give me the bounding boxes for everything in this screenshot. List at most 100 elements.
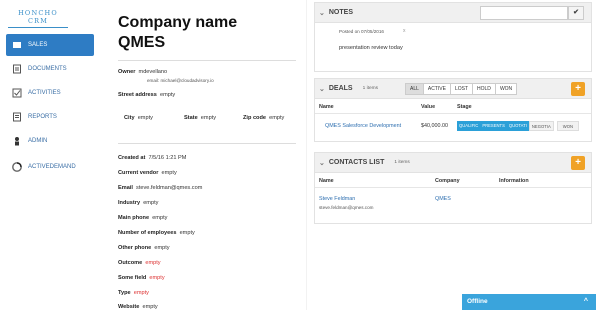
street-value: empty <box>159 92 176 98</box>
company-label: Company name <box>118 14 238 31</box>
owner-field: Owner mdevellano <box>118 69 167 75</box>
add-contact-button[interactable]: + <box>571 156 585 170</box>
sidebar-item-documents[interactable]: DOCUMENTS <box>6 58 94 80</box>
vendor-value: empty <box>161 170 177 176</box>
outcome-label: Outcome <box>118 260 143 266</box>
state-value: empty <box>200 115 217 121</box>
stage-presents[interactable]: PRESENTS <box>480 121 507 131</box>
admin-icon <box>12 136 22 146</box>
contacts-col-company: Company <box>435 178 460 184</box>
divider <box>118 143 296 144</box>
filter-all[interactable]: ALL <box>405 83 424 95</box>
add-deal-button[interactable]: + <box>571 82 585 96</box>
contact-company-link[interactable]: QMES <box>435 196 451 202</box>
deal-stage-bar: QUALIFIC PRESENTS QUOTATI NEGOTIA WON <box>457 121 579 131</box>
sidebar-item-label: REPORTS <box>28 114 57 120</box>
vendor-label: Current vendor <box>118 170 159 176</box>
created-field: Created at 7/5/16 1:21 PM <box>118 155 186 161</box>
phone-field: Main phone empty <box>118 215 167 221</box>
activedemand-icon <box>12 162 22 172</box>
some-field-field: Some field empty <box>118 275 165 281</box>
contacts-count: 1 items <box>394 160 410 165</box>
sidebar-item-reports[interactable]: REPORTS <box>6 106 94 128</box>
created-value: 7/5/16 1:21 PM <box>148 155 187 161</box>
industry-field: Industry empty <box>118 200 158 206</box>
filter-active[interactable]: ACTIVE <box>422 83 451 95</box>
sidebar-item-label: SALES <box>28 42 48 48</box>
note-text: presentation review today <box>339 45 403 51</box>
website-value: empty <box>142 304 158 310</box>
phone-value: empty <box>152 215 168 221</box>
offline-chat-bar[interactable]: Offline ^ <box>462 294 596 310</box>
logo-text: HONCHO CRM <box>18 9 58 25</box>
notes-title: NOTES <box>328 9 353 16</box>
stage-quotati[interactable]: QUOTATI <box>506 121 529 131</box>
logo[interactable]: HONCHO CRM <box>8 9 68 28</box>
type-label: Type <box>118 290 131 296</box>
website-field: Website empty <box>118 304 158 310</box>
notes-panel: ⌄ NOTES ✔ Posted on 07/05/2016 x present… <box>314 2 592 72</box>
zip-value: empty <box>269 115 285 121</box>
employees-label: Number of employees <box>118 230 177 236</box>
owner-label: Owner <box>118 69 136 75</box>
sidebar-item-label: ACTIVITIES <box>28 90 61 96</box>
some-field-label: Some field <box>118 275 147 281</box>
stage-qualific[interactable]: QUALIFIC <box>457 121 481 131</box>
employees-field: Number of employees empty <box>118 230 195 236</box>
deals-col-stage: Stage <box>457 104 472 110</box>
email-label: Email <box>118 185 133 191</box>
outcome-value: empty <box>145 260 161 266</box>
sidebar-item-admin[interactable]: ADMIN <box>6 130 94 152</box>
deal-value: $40,000.00 <box>421 123 448 129</box>
contacts-col-name: Name <box>319 178 334 184</box>
sidebar: HONCHO CRM SALES DOCUMENTS ACTIVITIES RE… <box>0 0 100 310</box>
contacts-header[interactable]: ⌄ CONTACTS LIST 1 items + <box>315 153 591 173</box>
activities-icon <box>12 88 22 98</box>
deals-title: DEALS <box>328 85 353 92</box>
city-field: City empty <box>124 115 153 121</box>
stage-won[interactable]: WON <box>556 121 579 131</box>
contact-name-link[interactable]: Steve Feldman <box>319 196 355 202</box>
industry-value: empty <box>143 200 159 206</box>
note-posted: Posted on 07/05/2016 <box>339 29 384 34</box>
deal-name-link[interactable]: QMES Salesforce Development <box>325 123 401 129</box>
street-label: Street address <box>118 92 157 98</box>
chevron-down-icon[interactable]: ⌄ <box>319 85 325 93</box>
filter-won[interactable]: WON <box>494 83 518 95</box>
sidebar-item-label: DOCUMENTS <box>28 66 67 72</box>
state-field: State empty <box>184 115 216 121</box>
zip-label: Zip code <box>243 115 266 121</box>
deals-col-value: Value <box>421 104 436 110</box>
documents-icon <box>12 64 22 74</box>
other-phone-value: empty <box>154 245 170 251</box>
sidebar-item-activedemand[interactable]: ACTIVEDEMAND <box>6 156 94 178</box>
deals-filter: ALL ACTIVE LOST HOLD WON <box>405 83 518 95</box>
stage-negotia[interactable]: NEGOTIA <box>528 121 554 131</box>
filter-lost[interactable]: LOST <box>449 83 474 95</box>
note-delete-icon[interactable]: x <box>403 28 406 34</box>
note-input[interactable] <box>480 6 568 20</box>
type-value: empty <box>133 290 149 296</box>
page-title: QMES <box>118 34 166 51</box>
divider <box>118 60 296 61</box>
contacts-title: CONTACTS LIST <box>328 159 385 166</box>
industry-label: Industry <box>118 200 141 206</box>
chevron-up-icon[interactable]: ^ <box>584 294 588 310</box>
chevron-down-icon[interactable]: ⌄ <box>319 159 325 167</box>
email-value: steve.feldman@qmes.com <box>136 185 203 191</box>
sidebar-item-label: ACTIVEDEMAND <box>28 164 76 170</box>
sidebar-item-activities[interactable]: ACTIVITIES <box>6 82 94 104</box>
city-value: empty <box>137 115 153 121</box>
vendor-field: Current vendor empty <box>118 170 177 176</box>
checkmark-icon: ✔ <box>573 9 579 16</box>
email-field: Email steve.feldman@qmes.com <box>118 185 202 191</box>
deals-header[interactable]: ⌄ DEALS 1 items ALL ACTIVE LOST HOLD WON… <box>315 79 591 99</box>
note-submit-button[interactable]: ✔ <box>568 6 584 20</box>
sidebar-item-label: ADMIN <box>28 138 48 144</box>
chevron-down-icon[interactable]: ⌄ <box>319 9 325 17</box>
other-phone-label: Other phone <box>118 245 152 251</box>
other-phone-field: Other phone empty <box>118 245 170 251</box>
notes-header[interactable]: ⌄ NOTES ✔ <box>315 3 591 23</box>
filter-hold[interactable]: HOLD <box>472 83 496 95</box>
sidebar-item-sales[interactable]: SALES <box>6 34 94 56</box>
